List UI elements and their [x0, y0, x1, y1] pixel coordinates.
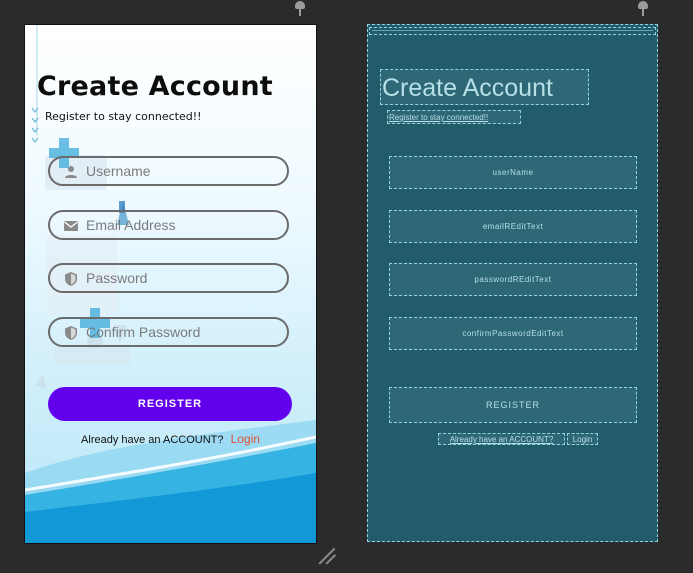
- page-subtitle: Register to stay connected!!: [45, 110, 202, 123]
- blueprint-confirm-password-field[interactable]: confirmPasswordEditText: [389, 317, 637, 350]
- blueprint-login-link[interactable]: Login: [567, 433, 598, 445]
- confirm-password-field[interactable]: [48, 317, 289, 347]
- email-input[interactable]: [86, 216, 276, 234]
- login-link[interactable]: Login: [231, 432, 260, 446]
- blueprint-email-field[interactable]: emailREditText: [389, 210, 637, 243]
- design-preview: Create Account Register to stay connecte…: [24, 24, 317, 544]
- blueprint-username-field[interactable]: userName: [389, 156, 637, 189]
- blueprint-password-field[interactable]: passwordREditText: [389, 263, 637, 296]
- pin-icon: [637, 1, 649, 17]
- email-field[interactable]: [48, 210, 289, 240]
- resize-handle-icon[interactable]: [318, 543, 338, 565]
- login-row: Already have an ACCOUNT? Login: [25, 432, 316, 446]
- page-title: Create Account: [37, 71, 273, 102]
- login-prompt: Already have an ACCOUNT?: [81, 434, 224, 446]
- pin-icon: [294, 1, 306, 17]
- blueprint-title[interactable]: Create Account: [380, 69, 589, 105]
- blueprint-subtitle[interactable]: Register to stay connected!!: [387, 110, 521, 124]
- blueprint-login-prompt[interactable]: Already have an ACCOUNT?: [438, 433, 565, 445]
- shield-icon: [65, 272, 77, 286]
- register-button[interactable]: REGISTER: [48, 387, 292, 421]
- person-icon: [65, 166, 77, 178]
- password-input[interactable]: [86, 269, 276, 287]
- email-icon: [64, 221, 78, 231]
- blueprint-register-button[interactable]: REGISTER: [389, 387, 637, 423]
- blueprint-toolbar-outline: [369, 27, 656, 35]
- username-field[interactable]: [48, 156, 289, 186]
- confirm-password-input[interactable]: [86, 323, 276, 341]
- shield-icon: [65, 326, 77, 340]
- password-field[interactable]: [48, 263, 289, 293]
- blueprint-view: Create Account Register to stay connecte…: [367, 24, 658, 542]
- username-input[interactable]: [86, 162, 276, 180]
